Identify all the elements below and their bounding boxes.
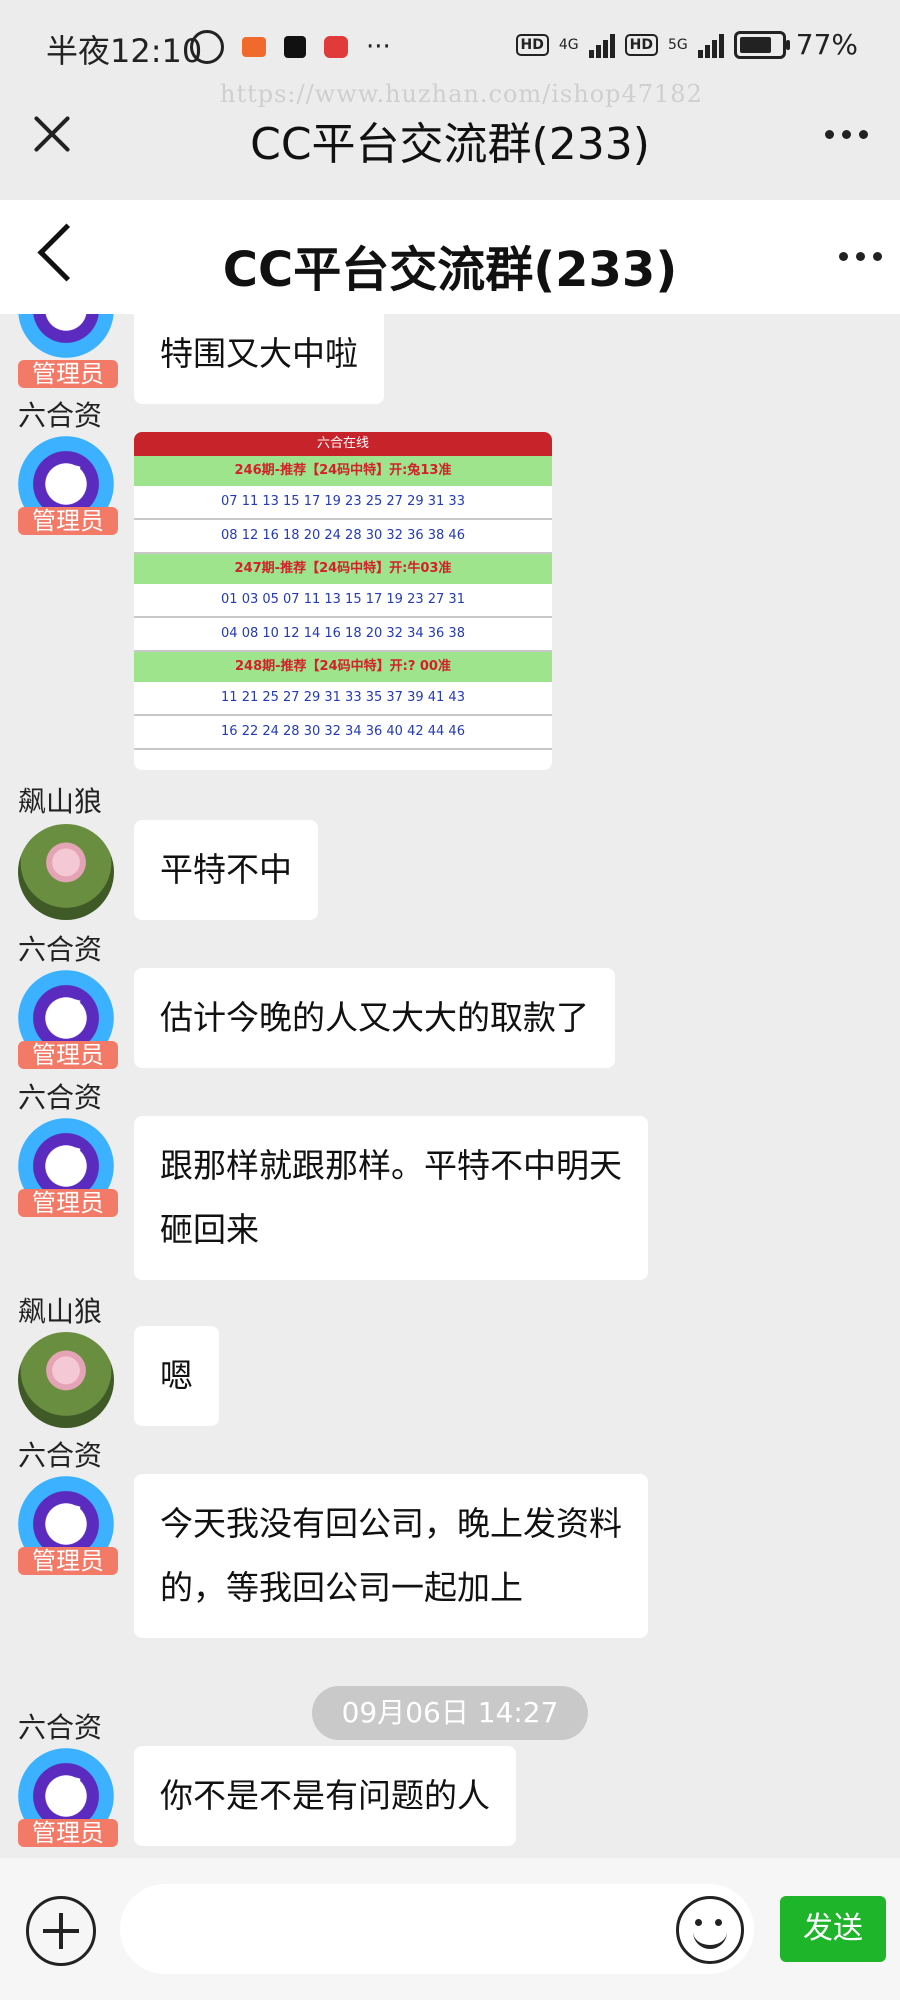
sender-name: 六合资: [18, 399, 103, 432]
message-bubble[interactable]: 平特不中: [134, 820, 318, 920]
sender-name: 六合资: [18, 1439, 103, 1472]
input-bar: 发送: [0, 1858, 900, 2000]
admin-badge: 管理员: [18, 1819, 118, 1847]
admin-badge: 管理员: [18, 507, 118, 535]
message-bubble[interactable]: 跟那样就跟那样。平特不中明天 砸回来: [134, 1116, 648, 1280]
notification-icon: [242, 37, 266, 57]
net1-label: 4G: [558, 36, 579, 53]
admin-badge: 管理员: [18, 1041, 118, 1069]
chat-title: CC平台交流群(233): [222, 242, 678, 298]
sender-name: 六合资: [18, 1081, 103, 1114]
message-line: 的，等我回公司一起加上: [160, 1568, 523, 1607]
avatar[interactable]: [18, 824, 114, 920]
lottery-number-row: 08 12 16 18 20 24 28 30 32 36 38 46: [134, 520, 552, 554]
message-bubble[interactable]: 今天我没有回公司，晚上发资料 的，等我回公司一起加上: [134, 1474, 648, 1638]
emoji-icon[interactable]: [676, 1896, 744, 1964]
alarm-icon: [190, 30, 224, 64]
admin-badge: 管理员: [18, 1547, 118, 1575]
net2-label: 5G: [668, 36, 688, 53]
admin-badge: 管理员: [18, 360, 118, 388]
message-input[interactable]: [120, 1884, 754, 1974]
send-button[interactable]: 发送: [780, 1896, 886, 1962]
hd-icon-2: HD: [624, 33, 658, 56]
lottery-header: 六合在线: [134, 432, 552, 456]
avatar[interactable]: 6: [18, 314, 114, 358]
status-right: HD 4G HD 5G 77%: [515, 28, 858, 61]
lottery-number-row: 04 08 10 12 14 16 18 20 32 34 36 38: [134, 618, 552, 652]
lottery-number-row: 16 22 24 28 30 32 34 36 40 42 44 46: [134, 716, 552, 750]
lottery-rows: 246期-推荐【24码中特】开:兔13准 07 11 13 15 17 19 23…: [134, 456, 552, 750]
lottery-image[interactable]: 六合在线 246期-推荐【24码中特】开:兔13准 07 11 13 15 17 …: [134, 432, 552, 770]
status-time: 半夜12:10: [46, 32, 203, 70]
lottery-number-row: 11 21 25 27 29 31 33 35 37 39 41 43: [134, 682, 552, 716]
sender-name: 六合资: [18, 1711, 103, 1744]
message-bubble[interactable]: 估计今晚的人又大大的取款了: [134, 968, 615, 1068]
message-bubble[interactable]: 特围又大中啦: [134, 314, 384, 404]
chat-more-icon[interactable]: [839, 252, 882, 261]
outer-title: CC平台交流群(233): [250, 119, 650, 170]
status-icons: ···: [190, 30, 391, 64]
message-line: 砸回来: [160, 1210, 259, 1249]
chat-area[interactable]: 6 管理员 特围又大中啦 六合资 6 管理员 六合在线 246期-推荐【24码中…: [0, 314, 900, 1854]
lottery-issue-title: 248期-推荐【24码中特】开:? 00准: [134, 652, 552, 682]
outer-header: 半夜12:10 ··· HD 4G HD 5G 77% https://www.…: [0, 0, 900, 200]
signal-icon-2: [697, 32, 724, 58]
lottery-issue-title: 247期-推荐【24码中特】开:牛03准: [134, 554, 552, 584]
watermark-text: https://www.huzhan.com/ishop47182: [220, 80, 703, 108]
status-more: ···: [366, 32, 391, 62]
message-line: 今天我没有回公司，晚上发资料: [160, 1504, 622, 1543]
admin-badge: 管理员: [18, 1189, 118, 1217]
app-icon: [324, 36, 348, 58]
sender-name: 飙山狼: [18, 1295, 103, 1328]
plus-icon[interactable]: [26, 1896, 96, 1966]
lottery-number-row: 01 03 05 07 11 13 15 17 19 23 27 31: [134, 584, 552, 618]
chat-header: CC平台交流群(233): [0, 200, 900, 314]
message-line: 跟那样就跟那样。平特不中明天: [160, 1146, 622, 1185]
signal-icon: [588, 32, 615, 58]
tiktok-icon: [284, 36, 306, 58]
sender-name: 飙山狼: [18, 785, 103, 818]
battery-icon: [733, 30, 790, 59]
timestamp: 09月06日 14:27: [312, 1686, 588, 1740]
message-bubble[interactable]: 嗯: [134, 1326, 219, 1426]
lottery-issue-title: 246期-推荐【24码中特】开:兔13准: [134, 456, 552, 486]
battery-text: 77%: [795, 28, 858, 61]
sender-name: 六合资: [18, 933, 103, 966]
message-bubble[interactable]: 你不是不是有问题的人: [134, 1746, 516, 1846]
more-icon[interactable]: [825, 130, 868, 139]
hd-icon: HD: [515, 33, 549, 56]
lottery-number-row: 07 11 13 15 17 19 23 25 27 29 31 33: [134, 486, 552, 520]
avatar[interactable]: [18, 1332, 114, 1428]
